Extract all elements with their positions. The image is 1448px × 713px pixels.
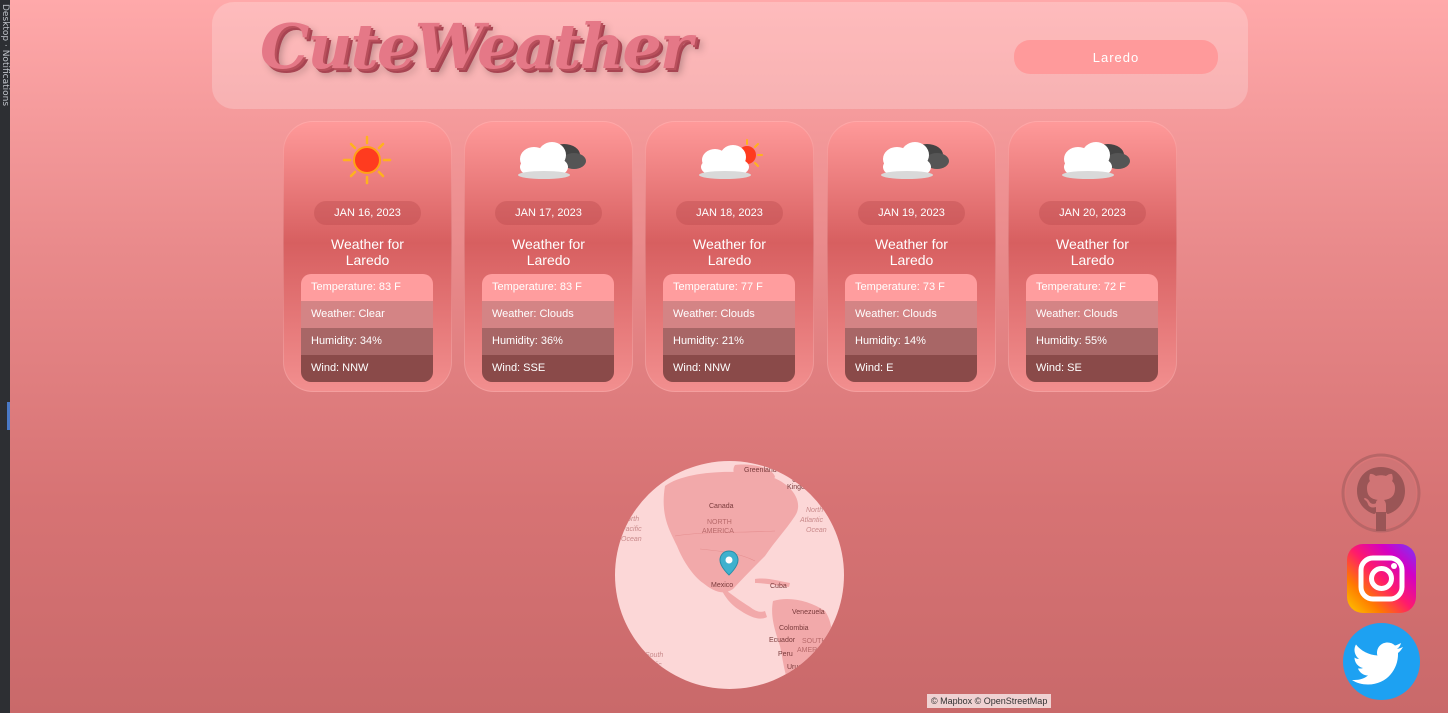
forecast-city: Laredo bbox=[707, 252, 752, 268]
map-label-ecuador: Ecuador bbox=[769, 637, 796, 644]
map-label-united-kingdom-1: United bbox=[792, 477, 812, 484]
map-label-south-pacific-1: South bbox=[645, 652, 663, 659]
world-map-globe[interactable]: Greenland United Kingdom Canada NORTH AM… bbox=[615, 461, 844, 689]
forecast-city: Laredo bbox=[345, 252, 390, 268]
temperature-row: Temperature: 77 F bbox=[663, 274, 795, 301]
os-side-strip: Desktop · Notifications bbox=[0, 0, 10, 713]
temperature-row: Temperature: 83 F bbox=[482, 274, 614, 301]
forecast-title-line1: Weather for bbox=[1056, 236, 1129, 252]
os-side-strip-indicator bbox=[7, 402, 10, 430]
forecast-card: JAN 20, 2023 Weather for Laredo Temperat… bbox=[1008, 121, 1177, 392]
map-label-cuba: Cuba bbox=[770, 583, 787, 590]
os-side-strip-text: Desktop · Notifications bbox=[0, 4, 10, 107]
app-logo: CuteWeather bbox=[260, 10, 693, 83]
weather-row: Weather: Clouds bbox=[1026, 301, 1158, 328]
map-label-north-atlantic-1: North bbox=[806, 507, 823, 514]
weather-row: Weather: Clear bbox=[301, 301, 433, 328]
forecast-details: Temperature: 72 F Weather: Clouds Humidi… bbox=[1026, 274, 1158, 382]
forecast-title-line1: Weather for bbox=[875, 236, 948, 252]
forecast-date: JAN 17, 2023 bbox=[495, 201, 602, 225]
temperature-row: Temperature: 73 F bbox=[845, 274, 977, 301]
weather-row: Weather: Clouds bbox=[663, 301, 795, 328]
map-attribution[interactable]: © Mapbox © OpenStreetMap bbox=[927, 694, 1052, 708]
forecast-city: Laredo bbox=[889, 252, 934, 268]
forecast-title: Weather for Laredo bbox=[645, 236, 814, 268]
humidity-row: Humidity: 21% bbox=[663, 328, 795, 355]
weather-row: Weather: Clouds bbox=[482, 301, 614, 328]
map-label-north-atlantic-2: Atlantic bbox=[799, 517, 823, 524]
map-label-greenland: Greenland bbox=[744, 467, 777, 474]
map-label-canada: Canada bbox=[709, 503, 734, 510]
weather-row: Weather: Clouds bbox=[845, 301, 977, 328]
map-label-mexico: Mexico bbox=[711, 582, 733, 589]
temperature-row: Temperature: 72 F bbox=[1026, 274, 1158, 301]
forecast-date: JAN 18, 2023 bbox=[676, 201, 783, 225]
map-label-peru: Peru bbox=[778, 651, 793, 658]
sun-icon bbox=[342, 135, 392, 185]
map-label-north-pacific-3: Ocean bbox=[621, 536, 642, 543]
forecast-date: JAN 16, 2023 bbox=[314, 201, 421, 225]
map-label-north-america-2: AMERICA bbox=[702, 528, 734, 535]
humidity-row: Humidity: 14% bbox=[845, 328, 977, 355]
humidity-row: Humidity: 36% bbox=[482, 328, 614, 355]
map-label-south-pacific-3: Ocean bbox=[644, 672, 665, 679]
wind-row: Wind: E bbox=[845, 355, 977, 382]
map-label-north-atlantic-3: Ocean bbox=[806, 527, 827, 534]
forecast-title: Weather for Laredo bbox=[464, 236, 633, 268]
forecast-title: Weather for Laredo bbox=[1008, 236, 1177, 268]
forecast-title: Weather for Laredo bbox=[283, 236, 452, 268]
map-label-uruguay: Uruguay bbox=[787, 664, 814, 671]
forecast-title-line1: Weather for bbox=[331, 236, 404, 252]
map-label-south-america-1: SOUTH bbox=[802, 638, 827, 645]
forecast-title-line1: Weather for bbox=[693, 236, 766, 252]
instagram-icon[interactable] bbox=[1347, 544, 1416, 613]
sun-cloud-icon bbox=[699, 139, 763, 179]
forecast-details: Temperature: 73 F Weather: Clouds Humidi… bbox=[845, 274, 977, 382]
map-label-united-kingdom-2: Kingdom bbox=[787, 484, 815, 491]
map-label-south-america-2: AMERICA bbox=[797, 647, 829, 654]
map-label-north-pacific-2: Pacific bbox=[621, 526, 642, 533]
map-label-colombia: Colombia bbox=[779, 625, 809, 632]
map-label-north-pacific-1: North bbox=[622, 516, 639, 523]
wind-row: Wind: NNW bbox=[301, 355, 433, 382]
forecast-title: Weather for Laredo bbox=[827, 236, 996, 268]
header: CuteWeather bbox=[212, 2, 1248, 109]
forecast-details: Temperature: 83 F Weather: Clear Humidit… bbox=[301, 274, 433, 382]
wind-row: Wind: SE bbox=[1026, 355, 1158, 382]
github-icon[interactable] bbox=[1341, 453, 1421, 533]
forecast-city: Laredo bbox=[526, 252, 571, 268]
city-search-input[interactable] bbox=[1014, 40, 1218, 74]
forecast-card: JAN 17, 2023 Weather for Laredo Temperat… bbox=[464, 121, 633, 392]
map-label-south-pacific-2: Pacific bbox=[641, 662, 662, 669]
twitter-icon[interactable] bbox=[1343, 623, 1420, 700]
map-label-north-america-1: NORTH bbox=[707, 519, 732, 526]
forecast-date: JAN 20, 2023 bbox=[1039, 201, 1146, 225]
forecast-details: Temperature: 77 F Weather: Clouds Humidi… bbox=[663, 274, 795, 382]
forecast-card: JAN 16, 2023 Weather for Laredo Temperat… bbox=[283, 121, 452, 392]
map-label-venezuela: Venezuela bbox=[792, 609, 825, 616]
humidity-row: Humidity: 34% bbox=[301, 328, 433, 355]
wind-row: Wind: SSE bbox=[482, 355, 614, 382]
forecast-card: JAN 19, 2023 Weather for Laredo Temperat… bbox=[827, 121, 996, 392]
forecast-city: Laredo bbox=[1070, 252, 1115, 268]
humidity-row: Humidity: 55% bbox=[1026, 328, 1158, 355]
cloud-icon bbox=[881, 142, 949, 179]
cloud-icon bbox=[518, 142, 586, 179]
temperature-row: Temperature: 83 F bbox=[301, 274, 433, 301]
wind-row: Wind: NNW bbox=[663, 355, 795, 382]
forecast-date: JAN 19, 2023 bbox=[858, 201, 965, 225]
forecast-card: JAN 18, 2023 Weather for Laredo Temperat… bbox=[645, 121, 814, 392]
cloud-icon bbox=[1062, 142, 1130, 179]
map-canvas[interactable]: Greenland United Kingdom Canada NORTH AM… bbox=[615, 461, 844, 689]
forecast-title-line1: Weather for bbox=[512, 236, 585, 252]
forecast-details: Temperature: 83 F Weather: Clouds Humidi… bbox=[482, 274, 614, 382]
